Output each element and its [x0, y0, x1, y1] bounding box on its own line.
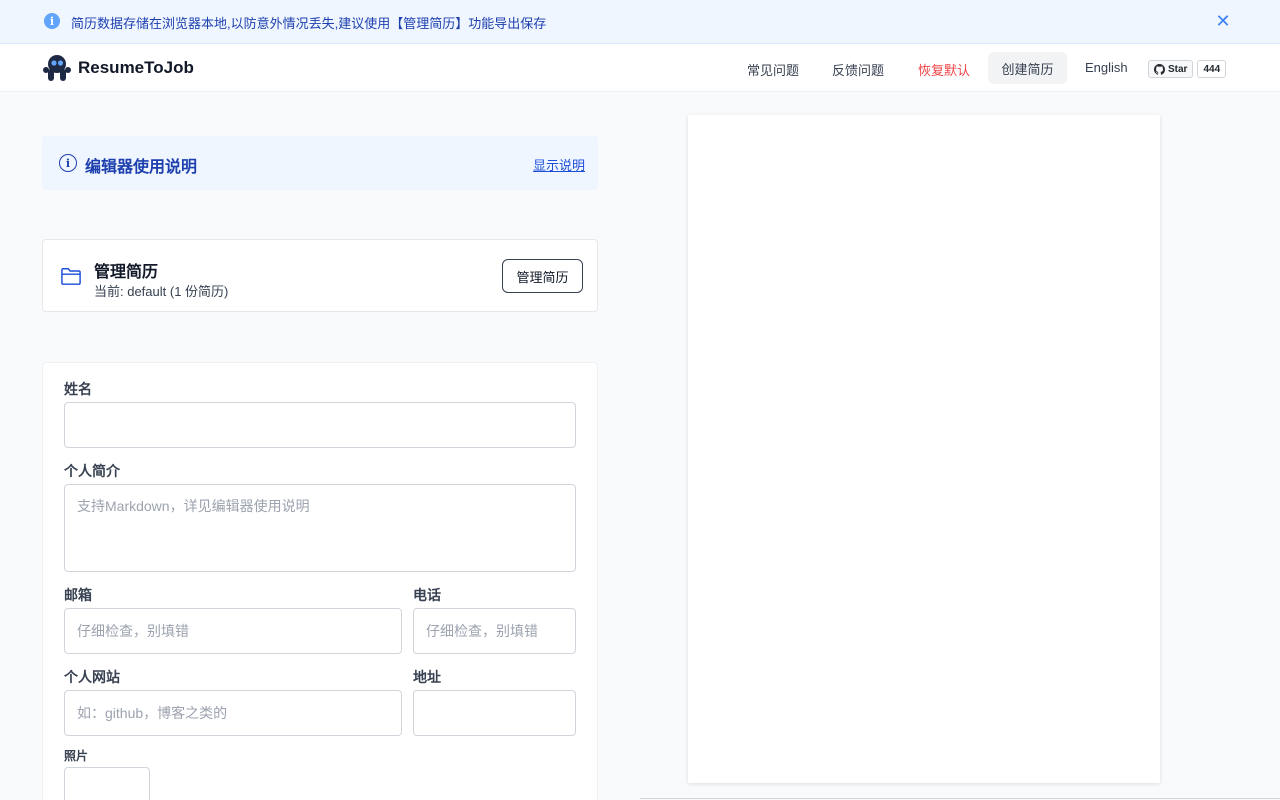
name-label: 姓名	[64, 381, 92, 397]
phone-label: 电话	[413, 587, 441, 603]
bio-textarea[interactable]: 支持Markdown，详见编辑器使用说明	[64, 484, 576, 572]
name-input[interactable]	[64, 402, 576, 448]
current-resume-info: 当前: default (1 份简历)	[94, 284, 229, 299]
resume-form: 姓名 个人简介 支持Markdown，详见编辑器使用说明 邮箱 仔细检查，别填错…	[42, 362, 598, 800]
navbar: ResumeToJob 常见问题 反馈问题 恢复默认 创建简历 English …	[0, 44, 1280, 92]
folder-icon	[61, 268, 81, 285]
manage-resume-card: 管理简历 当前: default (1 份简历) 管理简历	[42, 239, 598, 312]
close-icon[interactable]: ✕	[1214, 12, 1232, 30]
nav-faq[interactable]: 常见问题	[747, 60, 799, 79]
nav-language[interactable]: English	[1085, 60, 1128, 75]
instructions-title: 编辑器使用说明	[85, 159, 198, 176]
github-star-label: Star	[1168, 63, 1188, 75]
nav-reset[interactable]: 恢复默认	[918, 60, 970, 79]
resume-preview	[688, 115, 1160, 783]
website-input[interactable]: 如：github，博客之类的	[64, 690, 402, 736]
info-icon: i	[44, 13, 60, 29]
github-star-button[interactable]: Star	[1148, 60, 1194, 78]
github-icon	[1154, 63, 1165, 75]
photo-upload[interactable]	[64, 767, 150, 800]
nav-create-resume[interactable]: 创建简历	[988, 52, 1067, 84]
info-circle-icon: i	[59, 154, 77, 172]
logo-icon[interactable]	[42, 53, 72, 83]
manage-title: 管理简历	[94, 264, 159, 281]
address-input[interactable]	[413, 690, 576, 736]
show-instructions-link[interactable]: 显示说明	[533, 155, 585, 174]
notice-banner: i 简历数据存储在浏览器本地,以防意外情况丢失,建议使用【管理简历】功能导出保存…	[0, 0, 1280, 44]
address-label: 地址	[413, 669, 441, 685]
email-label: 邮箱	[64, 587, 92, 603]
github-star-count[interactable]: 444	[1197, 60, 1227, 78]
editor-instructions: i 编辑器使用说明 显示说明	[42, 136, 598, 190]
notice-text: 简历数据存储在浏览器本地,以防意外情况丢失,建议使用【管理简历】功能导出保存	[71, 16, 547, 31]
github-star-widget[interactable]: Star 444	[1148, 60, 1227, 78]
phone-input[interactable]: 仔细检查，别填错	[413, 608, 576, 654]
nav-feedback[interactable]: 反馈问题	[832, 60, 884, 79]
email-input[interactable]: 仔细检查，别填错	[64, 608, 402, 654]
manage-resume-button[interactable]: 管理简历	[502, 259, 583, 293]
photo-label: 照片	[64, 749, 89, 763]
divider	[640, 798, 1280, 799]
website-label: 个人网站	[64, 669, 120, 685]
bio-label: 个人简介	[64, 463, 120, 479]
brand-name[interactable]: ResumeToJob	[78, 58, 194, 78]
